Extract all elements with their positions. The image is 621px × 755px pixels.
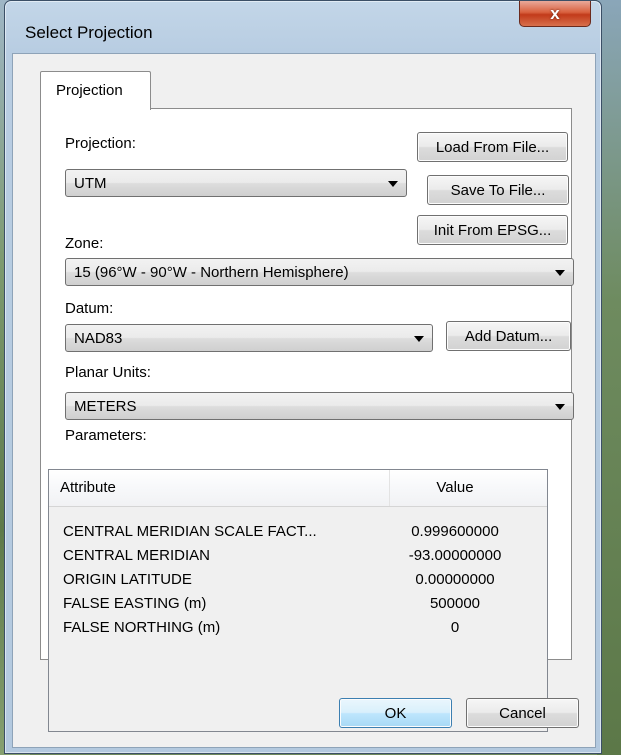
table-row[interactable]: FALSE EASTING (m) 500000 (49, 593, 547, 617)
parameters-grid[interactable]: Attribute Value CENTRAL MERIDIAN SCALE F… (48, 469, 548, 732)
table-row[interactable]: ORIGIN LATITUDE 0.00000000 (49, 569, 547, 593)
table-row[interactable]: CENTRAL MERIDIAN SCALE FACT... 0.9996000… (49, 521, 547, 545)
row-attribute: FALSE EASTING (m) (63, 595, 207, 612)
close-button[interactable]: x (519, 1, 591, 27)
load-from-file-button[interactable]: Load From File... (417, 132, 568, 162)
table-row[interactable]: FALSE NORTHING (m) 0 (49, 617, 547, 641)
close-icon: x (550, 3, 560, 23)
chevron-down-icon (414, 336, 424, 342)
add-datum-button[interactable]: Add Datum... (446, 321, 571, 351)
projection-value: UTM (74, 175, 107, 192)
row-value: 0 (450, 619, 460, 636)
chevron-down-icon (388, 181, 398, 187)
column-header-attribute[interactable]: Attribute (60, 479, 116, 496)
row-attribute: CENTRAL MERIDIAN (63, 547, 210, 564)
init-from-epsg-button[interactable]: Init From EPSG... (417, 215, 568, 245)
planar-units-value: METERS (74, 398, 137, 415)
grid-header: Attribute Value (49, 470, 547, 507)
datum-value: NAD83 (74, 330, 123, 347)
parameters-label: Parameters: (65, 427, 147, 444)
save-to-file-button[interactable]: Save To File... (427, 175, 569, 205)
zone-value: 15 (96°W - 90°W - Northern Hemisphere) (74, 264, 349, 281)
row-value: 500000 (429, 595, 481, 612)
dialog-client-area: Projection Projection: Load From File...… (12, 53, 596, 748)
row-value: 0.00000000 (415, 571, 495, 588)
row-value: -93.00000000 (408, 547, 502, 564)
window-title: Select Projection (25, 23, 153, 42)
row-value: 0.999600000 (411, 523, 499, 540)
chevron-down-icon (555, 270, 565, 276)
planar-units-select[interactable]: METERS (65, 392, 574, 420)
projection-label: Projection: (65, 135, 136, 152)
row-attribute: ORIGIN LATITUDE (63, 571, 192, 588)
row-attribute: FALSE NORTHING (m) (63, 619, 221, 636)
chevron-down-icon (555, 404, 565, 410)
column-header-value[interactable]: Value (390, 479, 520, 496)
table-row[interactable]: CENTRAL MERIDIAN -93.00000000 (49, 545, 547, 569)
datum-select[interactable]: NAD83 (65, 324, 433, 352)
zone-label: Zone: (65, 235, 104, 252)
tab-label: Projection (56, 82, 123, 99)
cancel-button[interactable]: Cancel (466, 698, 579, 728)
datum-label: Datum: (65, 300, 114, 317)
select-projection-dialog: Select Projection x Projection Projectio… (4, 0, 602, 754)
row-attribute: CENTRAL MERIDIAN SCALE FACT... (63, 523, 317, 540)
planar-units-label: Planar Units: (65, 364, 151, 381)
tab-projection[interactable]: Projection (40, 71, 151, 110)
ok-button[interactable]: OK (339, 698, 452, 728)
projection-select[interactable]: UTM (65, 169, 407, 197)
zone-select[interactable]: 15 (96°W - 90°W - Northern Hemisphere) (65, 258, 574, 286)
